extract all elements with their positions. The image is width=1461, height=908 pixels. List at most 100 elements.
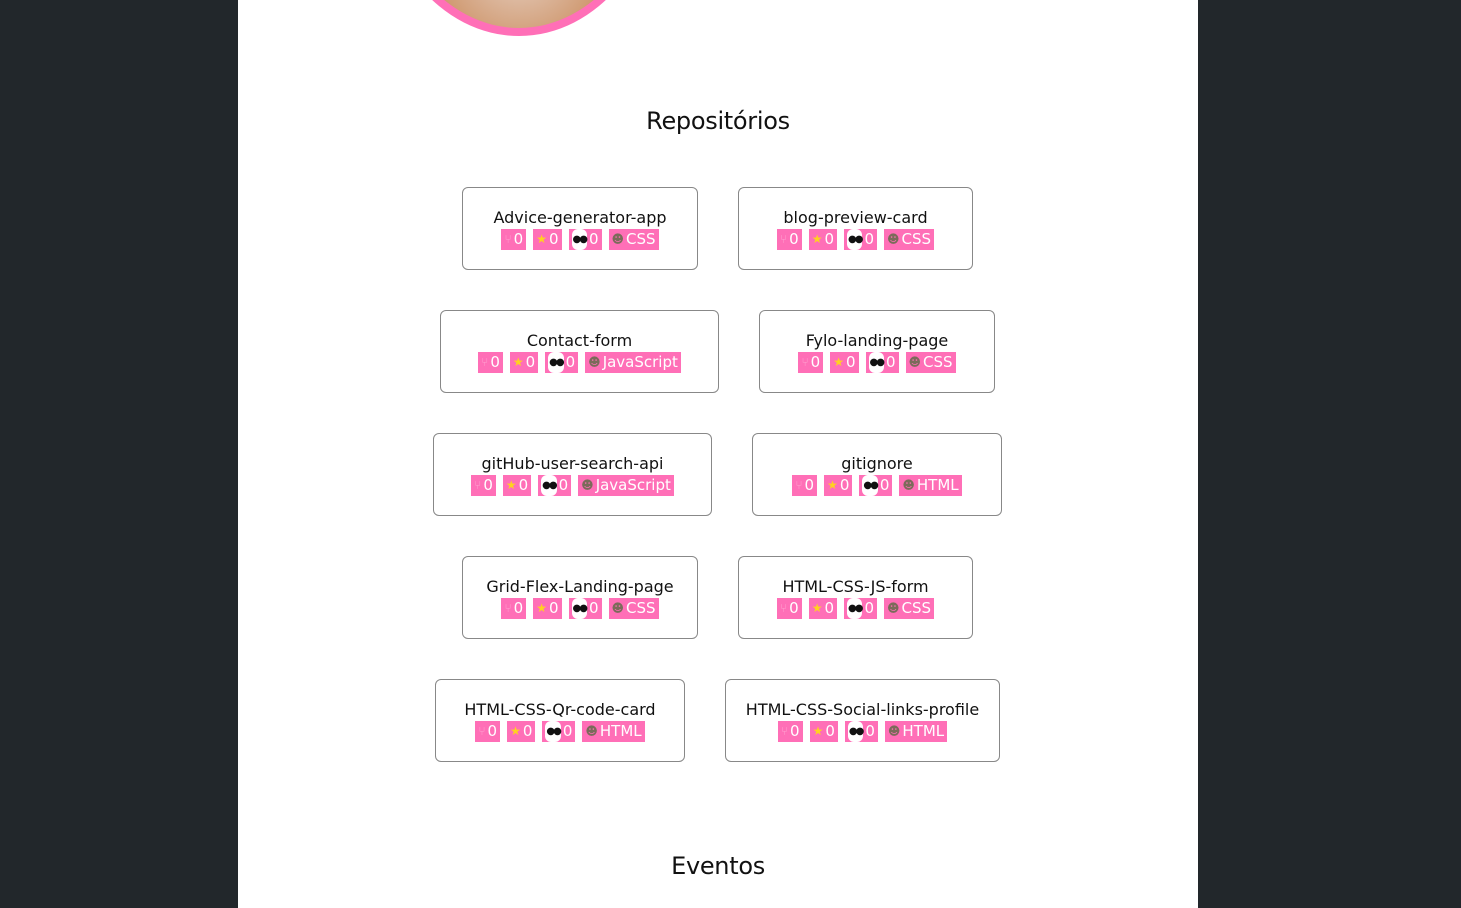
- fork-icon: ⑂: [504, 232, 512, 246]
- repo-name[interactable]: blog-preview-card: [739, 208, 972, 228]
- repo-card[interactable]: gitignore ⑂ 0 ★ 0 ●● 0 ☻ HTML: [752, 433, 1002, 516]
- forks-badge: ⑂ 0: [478, 352, 503, 373]
- watchers-badge: ●● 0: [865, 352, 899, 373]
- repo-card[interactable]: HTML-CSS-Qr-code-card ⑂ 0 ★ 0 ●● 0 ☻ HTML: [435, 679, 685, 762]
- fork-icon: ⑂: [801, 355, 809, 369]
- technologist-icon: ☻: [581, 478, 594, 492]
- watchers-badge: ●● 0: [542, 721, 576, 742]
- repo-name[interactable]: Advice-generator-app: [463, 208, 697, 228]
- language-badge: ☻ CSS: [608, 229, 659, 250]
- star-icon: ★: [510, 724, 521, 738]
- fork-icon: ⑂: [779, 232, 788, 246]
- language-badge: ☻ HTML: [899, 475, 962, 496]
- language-badge: ☻ CSS: [884, 229, 935, 250]
- technologist-icon: ☻: [611, 232, 625, 246]
- technologist-icon: ☻: [908, 355, 922, 369]
- star-icon: ★: [812, 724, 824, 738]
- eyes-icon: ●●: [571, 598, 588, 619]
- stars-badge: ★ 0: [533, 229, 562, 250]
- stars-badge: ★ 0: [533, 598, 562, 619]
- repo-card[interactable]: blog-preview-card ⑂ 0 ★ 0 ●● 0 ☻ CSS: [738, 187, 973, 270]
- stars-badge: ★ 0: [509, 352, 539, 373]
- stars-badge: ★ 0: [824, 475, 853, 496]
- forks-badge: ⑂ 0: [777, 721, 803, 742]
- watchers-badge: ●● 0: [568, 229, 602, 250]
- eyes-icon: ●●: [541, 475, 558, 496]
- repo-card[interactable]: HTML-CSS-Social-links-profile ⑂ 0 ★ 0 ●● 0 …: [725, 679, 1000, 762]
- eyes-icon: ●●: [847, 598, 864, 619]
- repo-badges: ⑂ 0 ★ 0 ●● 0 ☻ JavaScript: [441, 352, 718, 373]
- repo-card[interactable]: Fylo-landing-page ⑂ 0 ★ 0 ●● 0 ☻ CSS: [759, 310, 995, 393]
- watchers-badge: ●● 0: [859, 475, 893, 496]
- repo-badges: ⑂ 0 ★ 0 ●● 0 ☻ CSS: [739, 598, 972, 619]
- stars-badge: ★ 0: [808, 598, 837, 619]
- eyes-icon: ●●: [847, 229, 864, 250]
- repo-name[interactable]: Grid-Flex-Landing-page: [463, 577, 697, 597]
- fork-icon: ⑂: [478, 724, 486, 738]
- repo-badges: ⑂ 0 ★ 0 ●● 0 ☻ CSS: [760, 352, 994, 373]
- repo-card[interactable]: gitHub-user-search-api ⑂ 0 ★ 0 ●● 0 ☻ JavaSc…: [433, 433, 712, 516]
- repo-name[interactable]: gitHub-user-search-api: [434, 454, 711, 474]
- repo-name[interactable]: Contact-form: [441, 331, 718, 351]
- fork-icon: ⑂: [504, 601, 512, 615]
- star-icon: ★: [536, 232, 547, 246]
- watchers-badge: ●● 0: [545, 352, 579, 373]
- watchers-badge: ●● 0: [844, 721, 878, 742]
- star-icon: ★: [512, 355, 524, 369]
- watchers-badge: ●● 0: [538, 475, 572, 496]
- language-badge: ☻ HTML: [884, 721, 948, 742]
- fork-icon: ⑂: [780, 724, 789, 738]
- language-badge: ☻ CSS: [608, 598, 659, 619]
- star-icon: ★: [833, 355, 844, 369]
- repo-badges: ⑂ 0 ★ 0 ●● 0 ☻ CSS: [739, 229, 972, 250]
- forks-badge: ⑂ 0: [475, 721, 501, 742]
- fork-icon: ⑂: [481, 355, 489, 369]
- repo-name[interactable]: HTML-CSS-Social-links-profile: [726, 700, 999, 720]
- star-icon: ★: [505, 478, 517, 492]
- forks-badge: ⑂ 0: [792, 475, 818, 496]
- eyes-icon: ●●: [847, 721, 864, 742]
- repo-badges: ⑂ 0 ★ 0 ●● 0 ☻ JavaScript: [434, 475, 711, 496]
- eyes-icon: ●●: [862, 475, 879, 496]
- eyes-icon: ●●: [868, 352, 885, 373]
- stars-badge: ★ 0: [809, 721, 838, 742]
- language-badge: ☻ CSS: [884, 598, 935, 619]
- watchers-badge: ●● 0: [568, 598, 602, 619]
- repo-card[interactable]: Advice-generator-app ⑂ 0 ★ 0 ●● 0 ☻ CSS: [462, 187, 698, 270]
- avatar: [375, 0, 663, 36]
- technologist-icon: ☻: [887, 232, 900, 246]
- eyes-icon: ●●: [548, 352, 565, 373]
- repo-name[interactable]: HTML-CSS-JS-form: [739, 577, 972, 597]
- repo-badges: ⑂ 0 ★ 0 ●● 0 ☻ HTML: [726, 721, 999, 742]
- technologist-icon: ☻: [585, 724, 598, 738]
- watchers-badge: ●● 0: [844, 229, 877, 250]
- repo-name[interactable]: gitignore: [753, 454, 1001, 474]
- eyes-icon: ●●: [571, 229, 588, 250]
- language-badge: ☻ HTML: [582, 721, 645, 742]
- star-icon: ★: [536, 601, 547, 615]
- star-icon: ★: [811, 232, 823, 246]
- eyes-icon: ●●: [545, 721, 562, 742]
- repo-card[interactable]: Contact-form ⑂ 0 ★ 0 ●● 0 ☻ JavaScript: [440, 310, 719, 393]
- stars-badge: ★ 0: [808, 229, 837, 250]
- technologist-icon: ☻: [887, 601, 900, 615]
- repo-card[interactable]: Grid-Flex-Landing-page ⑂ 0 ★ 0 ●● 0 ☻ CSS: [462, 556, 698, 639]
- stars-badge: ★ 0: [502, 475, 532, 496]
- fork-icon: ⑂: [474, 478, 482, 492]
- events-heading: Eventos: [671, 852, 765, 880]
- repo-badges: ⑂ 0 ★ 0 ●● 0 ☻ HTML: [436, 721, 684, 742]
- star-icon: ★: [827, 478, 838, 492]
- repo-name[interactable]: Fylo-landing-page: [760, 331, 994, 351]
- forks-badge: ⑂ 0: [501, 598, 527, 619]
- fork-icon: ⑂: [795, 478, 803, 492]
- repo-badges: ⑂ 0 ★ 0 ●● 0 ☻ HTML: [753, 475, 1001, 496]
- forks-badge: ⑂ 0: [471, 475, 496, 496]
- star-icon: ★: [811, 601, 823, 615]
- repo-card[interactable]: HTML-CSS-JS-form ⑂ 0 ★ 0 ●● 0 ☻ CSS: [738, 556, 973, 639]
- repo-name[interactable]: HTML-CSS-Qr-code-card: [436, 700, 684, 720]
- language-badge: ☻ CSS: [905, 352, 956, 373]
- technologist-icon: ☻: [588, 355, 601, 369]
- forks-badge: ⑂ 0: [501, 229, 527, 250]
- language-badge: ☻ JavaScript: [585, 352, 681, 373]
- technologist-icon: ☻: [887, 724, 901, 738]
